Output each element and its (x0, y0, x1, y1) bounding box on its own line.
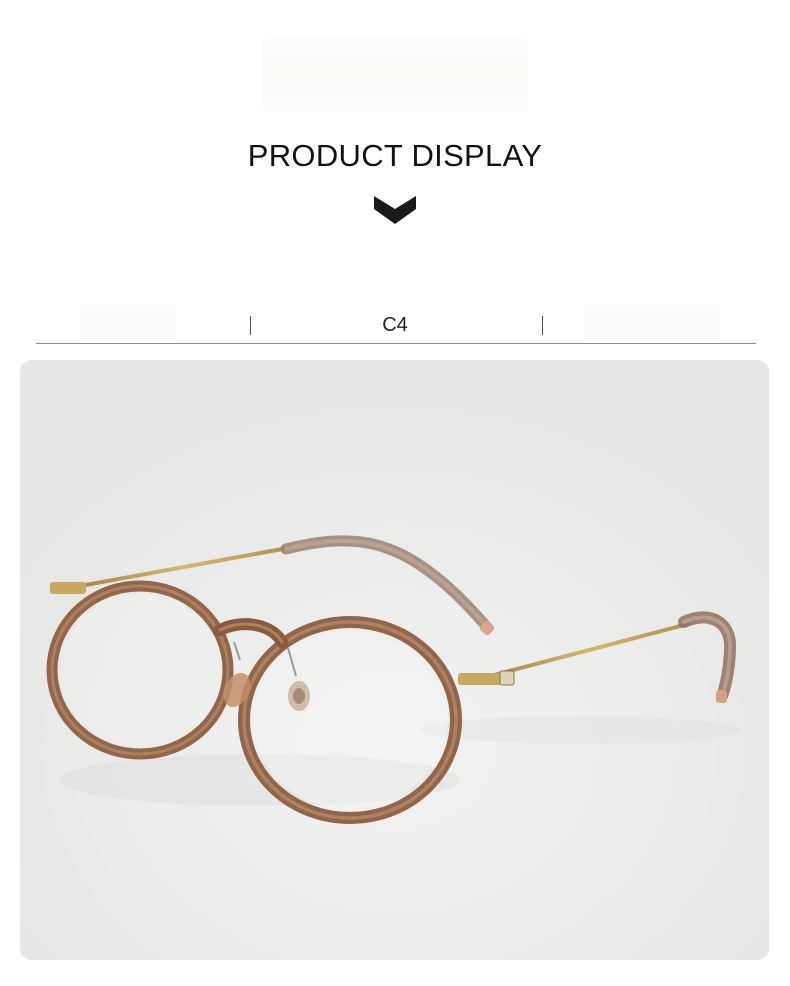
header-image-placeholder (262, 38, 528, 112)
chevron-down-icon (374, 196, 416, 224)
tab-underline (36, 343, 756, 344)
tab-c4[interactable]: C4 (266, 314, 524, 337)
eyeglasses-image (20, 360, 769, 960)
page-title: PRODUCT DISPLAY (247, 138, 543, 173)
tab-divider (542, 316, 543, 335)
tab-divider (250, 316, 251, 335)
tab-placeholder-left[interactable] (80, 305, 176, 341)
tab-placeholder-right[interactable] (584, 305, 720, 341)
color-tab-bar: C4 (36, 300, 756, 345)
product-image-panel (20, 360, 769, 960)
